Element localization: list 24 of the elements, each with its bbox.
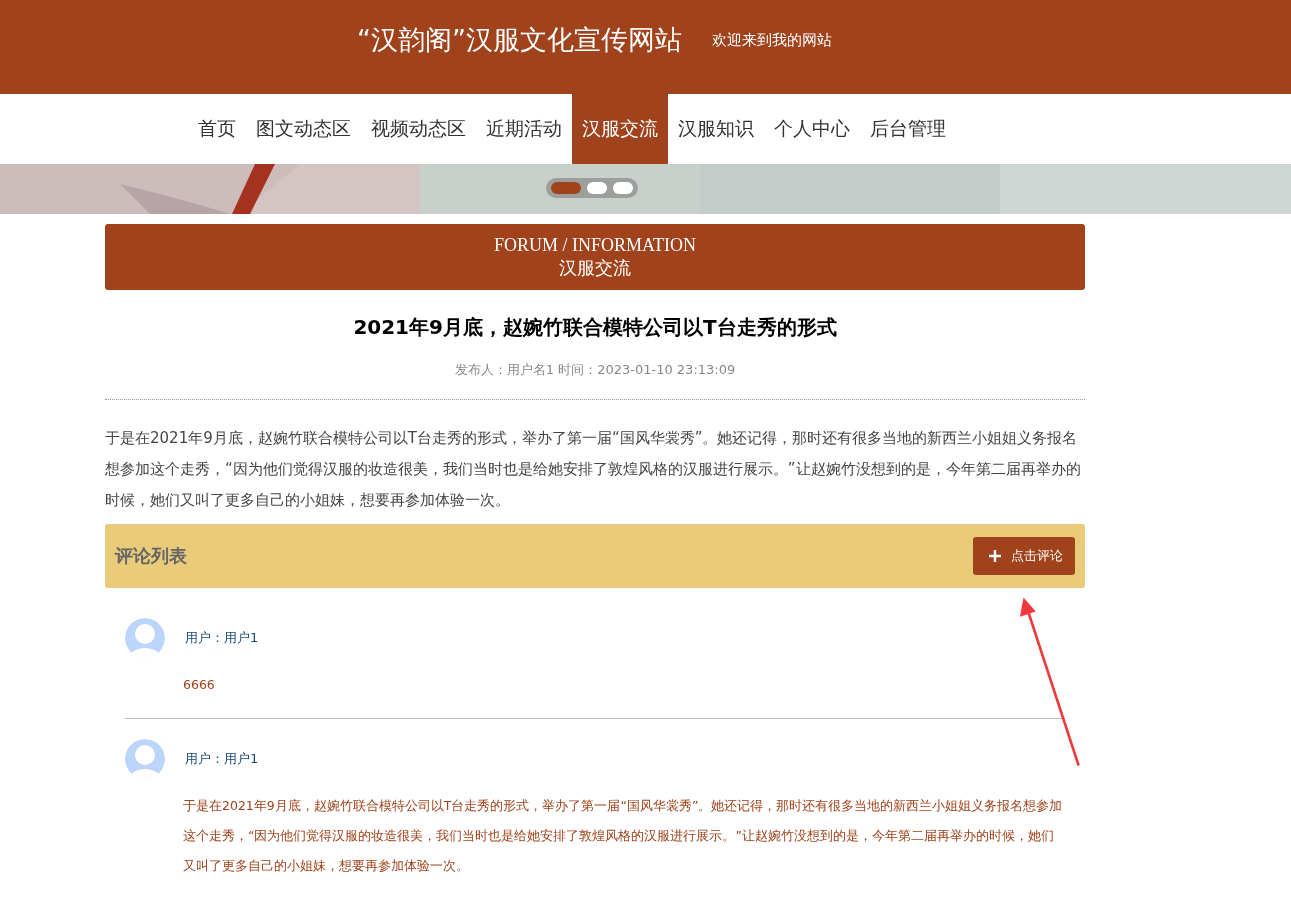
nav-link[interactable]: 图文动态区 (246, 94, 361, 164)
nav-link[interactable]: 后台管理 (860, 94, 956, 164)
plus-icon (989, 550, 1001, 562)
article-body: 于是在2021年9月底，赵婉竹联合模特公司以T台走秀的形式，举办了第一届“国风华裳秀”。她还记得，那时还有很多当地的新西兰小姐姐义务报名想参加这个走秀，“因为他们觉得汉服的妆造很美，我们当时也是给她安排了敦煌风格的汉服进行展示。”让赵婉竹没想到的是，今年第二届再举办的时候，她们又叫了更多自己的小姐妹，想要再参加体验一次。 (105, 428, 1082, 511)
article-title: 2021年9月底，赵婉竹联合模特公司以T台走秀的形式 (352, 314, 838, 341)
article-meta: 发布人：用户名1 时间：2023-01-10 23:13:09 (105, 361, 1085, 400)
avatar-icon (125, 739, 165, 779)
comment-text: 6666 (183, 676, 216, 694)
nav-link[interactable]: 汉服交流 (572, 94, 668, 164)
avatar-icon (125, 618, 165, 658)
comment-user: 用户：用户1 (185, 629, 259, 647)
nav-link[interactable]: 首页 (188, 94, 246, 164)
comment-list-title: 评论列表 (115, 544, 187, 568)
section-heading: FORUM / INFORMATION (494, 234, 696, 256)
nav-link[interactable]: 个人中心 (764, 94, 860, 164)
comment-user: 用户：用户1 (185, 750, 259, 768)
comment-text: 于是在2021年9月底，赵婉竹联合模特公司以T台走秀的形式，举办了第一届“国风华裳秀”。她还记得，那时还有很多当地的新西兰小姐姐义务报名想参加这个走秀，“因为他们觉得汉服的妆造很美，我们当时也是给她安排了敦煌风格的汉服进行展示。”让赵婉竹没想到的是，今年第二届再举办的时候，她们又叫了更多自己的小姐妹，想要再参加体验一次。 (183, 797, 1064, 875)
nav-link[interactable]: 近期活动 (476, 94, 572, 164)
nav-link[interactable]: 视频动态区 (361, 94, 476, 164)
add-comment-button[interactable]: 点击评论 (973, 537, 1075, 575)
welcome-text: 欢迎来到我的网站 (712, 30, 832, 50)
section-subtitle: 汉服交流 (559, 256, 631, 280)
nav-link[interactable]: 汉服知识 (668, 94, 764, 164)
site-title: “汉韵阁”汉服文化宣传网站 (357, 23, 682, 57)
